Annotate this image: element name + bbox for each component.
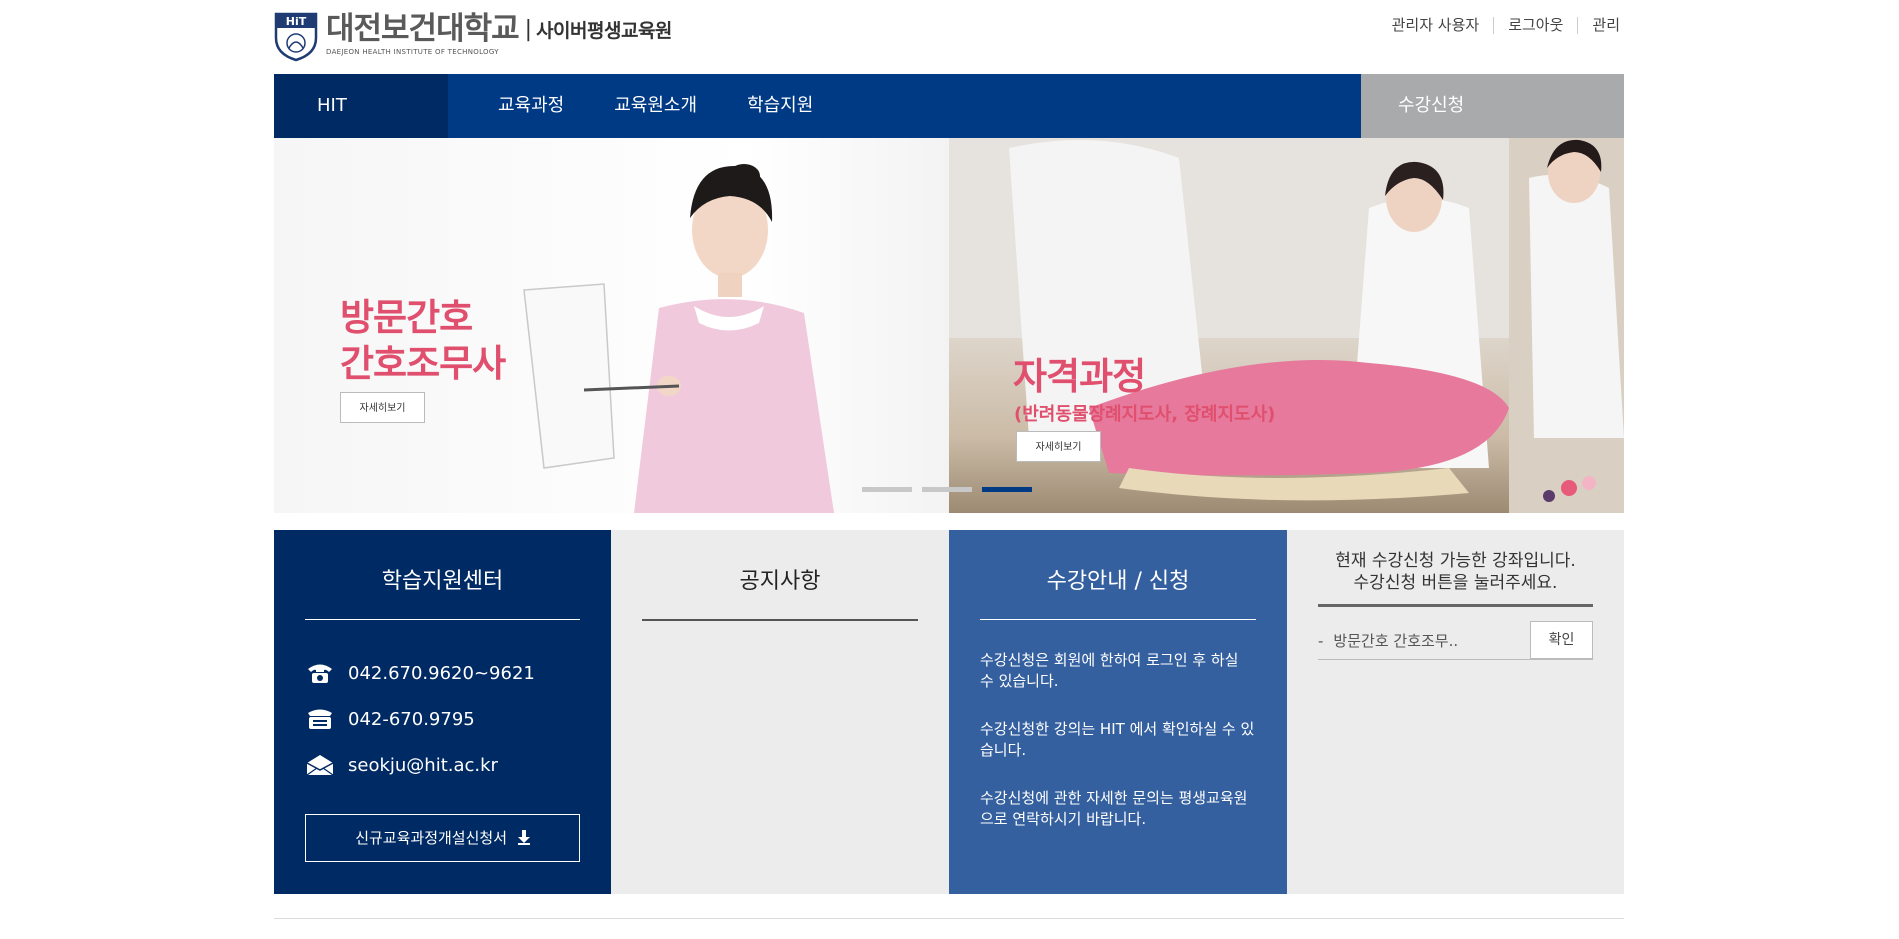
download-button-label: 신규교육과정개설신청서 xyxy=(355,829,508,847)
svg-text:HiT: HiT xyxy=(286,15,307,28)
utility-links: 관리자 사용자 로그아웃 관리 xyxy=(1378,17,1620,34)
nav-item-courses[interactable]: 교육과정 xyxy=(498,74,564,138)
logo-main-text: 대전보건대학교 xyxy=(326,11,520,47)
courses-divider xyxy=(1318,604,1593,607)
slide2-detail-button[interactable]: 자세히보기 xyxy=(1016,431,1101,462)
support-center-title: 학습지원센터 xyxy=(381,569,504,594)
slide2-title: 자격과정 xyxy=(1013,355,1146,398)
course-list-item: - 방문간호 간호조무.. 확인 xyxy=(1318,621,1593,660)
nav-item-about[interactable]: 교육원소개 xyxy=(614,74,697,138)
hit-emblem-icon: HiT xyxy=(274,12,318,62)
logo-separator: | xyxy=(524,16,533,42)
fax-icon xyxy=(308,709,332,729)
support-center-panel: 학습지원센터 042.670.9620~9621 042-670.9795 se… xyxy=(274,530,611,894)
contact-fax[interactable]: 042-670.9795 xyxy=(348,709,475,730)
guide-paragraph: 수강신청한 강의는 HIT 에서 확인하실 수 있습니다. xyxy=(980,720,1255,759)
slider-dot-3-active[interactable] xyxy=(982,487,1032,492)
contact-email-row: seokju@hit.ac.kr xyxy=(305,742,611,788)
admin-user-link[interactable]: 관리자 사용자 xyxy=(1378,17,1494,34)
banner-slide-nurse: 방문간호 간호조무사 자세히보기 xyxy=(274,138,949,513)
notice-panel: 공지사항 xyxy=(611,530,949,894)
guide-title: 수강안내 / 신청 xyxy=(1046,569,1190,594)
footer-divider xyxy=(274,918,1624,919)
nav-item-support[interactable]: 학습지원 xyxy=(747,74,813,138)
main-nav: HIT 교육과정 교육원소개 학습지원 수강신청 xyxy=(274,74,1624,138)
notice-title[interactable]: 공지사항 xyxy=(611,563,949,594)
logo-english-text: DAEJEON HEALTH INSTITUTE OF TECHNOLOGY xyxy=(326,48,499,56)
phone-icon xyxy=(308,664,332,683)
download-icon xyxy=(517,830,530,845)
guide-paragraph: 수강신청에 관한 자세한 문의는 평생교육원으로 연락하시기 바랍니다. xyxy=(980,789,1248,828)
slide1-title: 방문간호 간호조무사 xyxy=(340,296,506,385)
nav-apply-button[interactable]: 수강신청 xyxy=(1361,74,1624,138)
guide-text: 수강신청은 회원에 한하여 로그인 후 하실 수 있습니다. 수강신청한 강의는… xyxy=(980,650,1256,830)
slider-dot-1[interactable] xyxy=(862,487,912,492)
site-logo[interactable]: HiT 대전보건대학교 | 사이버평생교육원 DAEJEON HEALTH IN… xyxy=(274,12,672,62)
nav-home-link[interactable]: HIT xyxy=(274,74,448,138)
course-name[interactable]: - 방문간호 간호조무.. xyxy=(1318,630,1458,651)
course-confirm-button[interactable]: 확인 xyxy=(1530,621,1593,659)
guide-divider xyxy=(980,619,1256,620)
enrollment-guide-panel: 수강안내 / 신청 수강신청은 회원에 한하여 로그인 후 하실 수 있습니다.… xyxy=(949,530,1309,894)
logo-sub-text: 사이버평생교육원 xyxy=(536,19,672,42)
support-divider xyxy=(305,619,580,620)
hero-banner: 방문간호 간호조무사 자세히보기 자격과정 (반려동물장례지도사, 장례지도사)… xyxy=(274,138,1624,513)
guide-paragraph: 수강신청은 회원에 한하여 로그인 후 하실 수 있습니다. xyxy=(980,651,1239,690)
course-request-download-button[interactable]: 신규교육과정개설신청서 xyxy=(305,814,580,862)
notice-divider xyxy=(642,619,918,621)
contact-list: 042.670.9620~9621 042-670.9795 seokju@hi… xyxy=(305,650,611,788)
contact-phone[interactable]: 042.670.9620~9621 xyxy=(348,663,535,684)
contact-fax-row: 042-670.9795 xyxy=(305,696,611,742)
mail-icon xyxy=(306,755,334,776)
contact-phone-row: 042.670.9620~9621 xyxy=(305,650,611,696)
slide2-subtitle: (반려동물장례지도사, 장례지도사) xyxy=(1014,404,1276,425)
contact-email[interactable]: seokju@hit.ac.kr xyxy=(348,755,498,776)
slider-dot-2[interactable] xyxy=(922,487,972,492)
admin-link[interactable]: 관리 xyxy=(1577,17,1620,34)
available-courses-panel: 현재 수강신청 가능한 강좌입니다. 수강신청 버튼을 눌러주세요. - 방문간호… xyxy=(1287,530,1624,894)
logout-link[interactable]: 로그아웃 xyxy=(1493,17,1577,34)
courses-heading: 현재 수강신청 가능한 강좌입니다. 수강신청 버튼을 눌러주세요. xyxy=(1335,551,1576,593)
slide1-detail-button[interactable]: 자세히보기 xyxy=(340,392,425,423)
slider-pagination xyxy=(862,487,1042,492)
